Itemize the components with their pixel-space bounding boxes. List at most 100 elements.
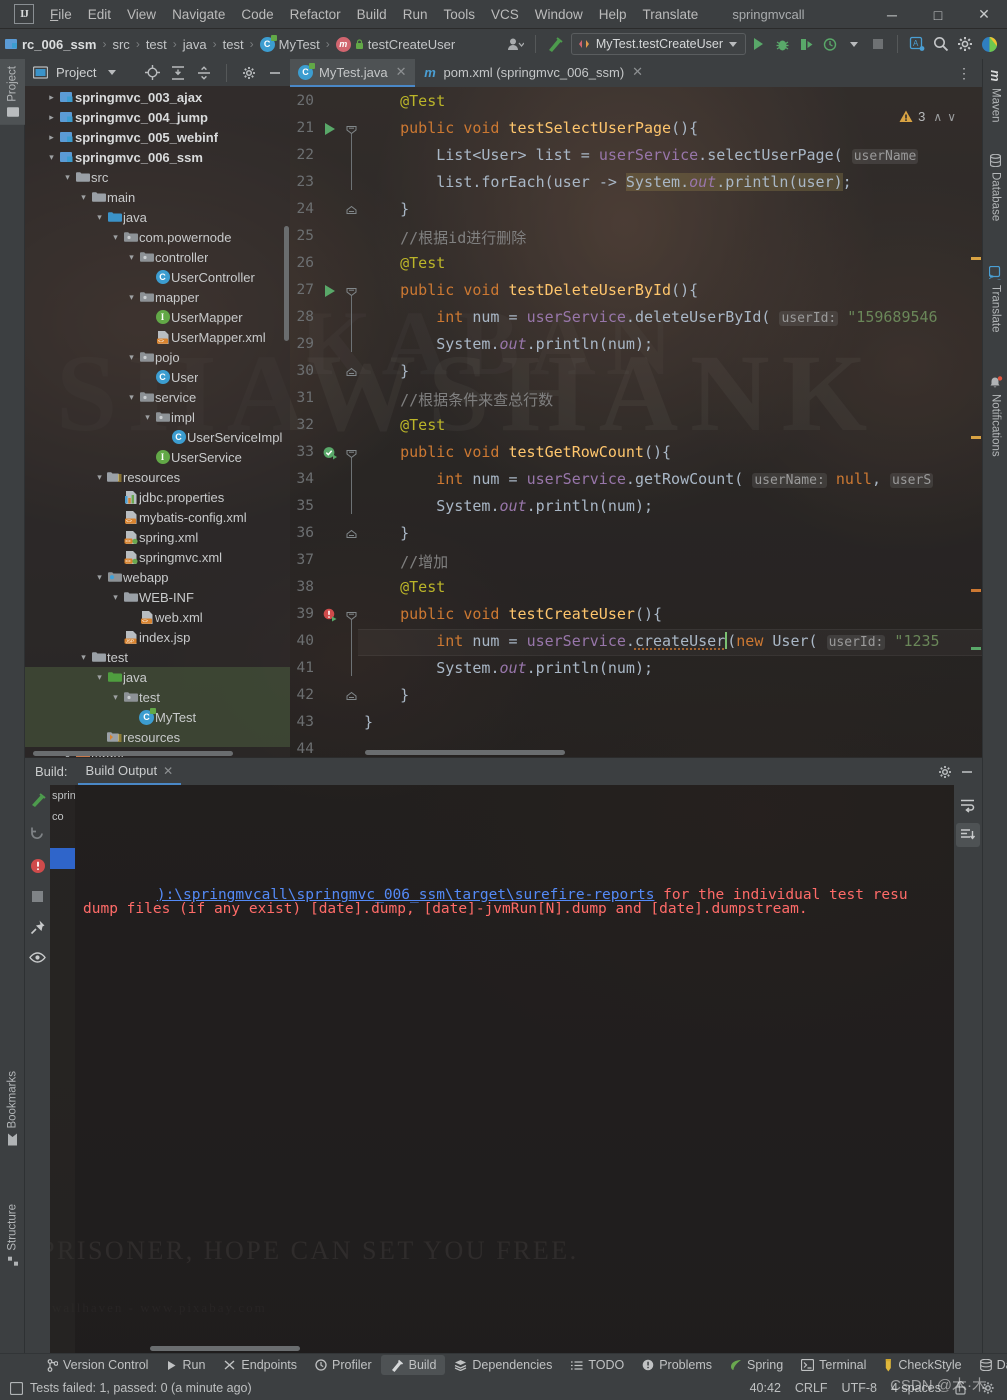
tree-node-web-inf[interactable]: ▾ WEB-INF — [25, 587, 290, 607]
soft-wrap-button[interactable] — [956, 793, 980, 817]
chevron-down-icon[interactable]: ▾ — [93, 672, 106, 683]
expand-all-button[interactable] — [167, 62, 189, 84]
chevron-down-icon[interactable]: ▾ — [125, 392, 138, 403]
collapse-all-button[interactable] — [193, 62, 215, 84]
tree-node-springmvc-003-ajax[interactable]: ▸ springmvc_003_ajax — [25, 87, 290, 107]
sidebar-item-project[interactable]: Project — [0, 59, 25, 125]
menu-build[interactable]: Build — [349, 3, 395, 26]
build-button[interactable] — [543, 32, 567, 56]
chevron-down-icon[interactable]: ▾ — [77, 652, 90, 663]
line-separator[interactable]: CRLF — [795, 1381, 828, 1395]
menu-run[interactable]: Run — [395, 3, 436, 26]
inspection-widget[interactable]: 3 ∧ ∨ — [899, 109, 956, 124]
tool-tab-run[interactable]: Run — [157, 1355, 214, 1375]
stop-build-button[interactable] — [31, 890, 44, 908]
tree-node-springmvc-005-webinf[interactable]: ▸ springmvc_005_webinf — [25, 127, 290, 147]
tree-node-springmvc-006-ssm[interactable]: ▾ springmvc_006_ssm — [25, 147, 290, 167]
chevron-down-icon[interactable]: ▾ — [125, 352, 138, 363]
build-event-row[interactable] — [50, 827, 75, 848]
close-icon[interactable]: ✕ — [396, 64, 407, 80]
unlocked-icon[interactable] — [955, 1381, 967, 1395]
breadcrumb-item-test-pkg[interactable]: test — [220, 35, 247, 54]
run-configuration-selector[interactable]: MyTest.testCreateUser — [570, 33, 746, 55]
eye-icon[interactable] — [29, 951, 46, 969]
tool-tab-profiler[interactable]: Profiler — [306, 1355, 381, 1375]
menu-refactor[interactable]: Refactor — [282, 3, 349, 26]
chevron-down-icon[interactable]: ▾ — [125, 292, 138, 303]
tree-node-springmvc-004-jump[interactable]: ▸ springmvc_004_jump — [25, 107, 290, 127]
tree-node-java[interactable]: ▾ java — [25, 667, 290, 687]
avatar-icon[interactable] — [977, 32, 1001, 56]
build-event-row[interactable]: sprin — [50, 785, 75, 806]
tool-tab-database[interactable]: Da — [971, 1355, 1007, 1375]
tree-node-spring-xml[interactable]: <> spring.xml — [25, 527, 290, 547]
user-profile-button[interactable] — [504, 32, 528, 56]
settings-button[interactable] — [953, 32, 977, 56]
stop-button[interactable] — [866, 32, 890, 56]
tree-node-springmvc-xml[interactable]: <> springmvc.xml — [25, 547, 290, 567]
tree-node-webapp[interactable]: ▾ webapp — [25, 567, 290, 587]
build-output-tab[interactable]: Build Output ✕ — [77, 758, 182, 785]
editor-tab-pom-xml[interactable]: m pom.xml (springmvc_006_ssm) ✕ — [415, 59, 652, 87]
tree-node-com-powernode[interactable]: ▾ com.powernode — [25, 227, 290, 247]
tree-node-test[interactable]: ▾ test — [25, 687, 290, 707]
chevron-right-icon[interactable]: ▸ — [45, 112, 58, 123]
tree-node-mapper[interactable]: ▾ mapper — [25, 287, 290, 307]
status-message[interactable]: Tests failed: 1, passed: 0 (a minute ago… — [30, 1381, 252, 1395]
build-events-tree[interactable]: sprin co — [50, 785, 75, 1353]
profile-button[interactable] — [818, 32, 842, 56]
tool-tab-todo[interactable]: TODO — [561, 1355, 633, 1375]
tree-vertical-scrollbar[interactable] — [284, 226, 289, 341]
chevron-down-icon[interactable]: ▾ — [77, 192, 90, 203]
tree-node-controller[interactable]: ▾ controller — [25, 247, 290, 267]
chevron-down-icon[interactable]: ▾ — [109, 232, 122, 243]
tree-node-mytest[interactable]: C MyTest — [25, 707, 290, 727]
scroll-to-end-button[interactable] — [956, 823, 980, 847]
console-horizontal-scrollbar[interactable] — [150, 1346, 300, 1351]
tree-node-resources[interactable]: resources — [25, 727, 290, 747]
chevron-down-icon[interactable]: ▾ — [109, 692, 122, 703]
menu-translate[interactable]: Translate — [635, 3, 707, 26]
tree-node-resources[interactable]: ▾ resources — [25, 467, 290, 487]
close-icon[interactable]: ✕ — [163, 764, 173, 778]
tree-node-user[interactable]: C User — [25, 367, 290, 387]
tool-tab-terminal[interactable]: Terminal — [792, 1355, 875, 1375]
menu-help[interactable]: Help — [591, 3, 635, 26]
tree-node-pojo[interactable]: ▾ pojo — [25, 347, 290, 367]
tool-tab-build[interactable]: Build — [380, 1355, 446, 1375]
menu-file[interactable]: File — [42, 3, 80, 26]
profile-dropdown-button[interactable] — [842, 32, 866, 56]
menu-view[interactable]: View — [119, 3, 164, 26]
tree-node-service[interactable]: ▾ service — [25, 387, 290, 407]
hide-panel-button[interactable] — [264, 62, 286, 84]
fold-close-icon[interactable] — [346, 529, 357, 540]
chevron-down-icon[interactable]: ▾ — [93, 472, 106, 483]
hide-build-panel-button[interactable] — [956, 761, 978, 783]
code-editor[interactable]: 3 ∧ ∨ 20 21 22 23 24 25 26 27 28 29 30 31 32 33 34 35 36… — [290, 87, 982, 757]
tree-node-mybatis-config-xml[interactable]: <> mybatis-config.xml — [25, 507, 290, 527]
fold-close-icon[interactable] — [346, 691, 357, 702]
chevron-down-icon[interactable]: ▾ — [141, 412, 154, 423]
chevron-down-icon[interactable]: ▾ — [93, 212, 106, 223]
editor-tab-mytest-java[interactable]: C MyTest.java ✕ — [290, 59, 415, 87]
maximize-button[interactable]: □ — [915, 0, 961, 29]
indent-setting[interactable]: 4 spaces — [891, 1381, 941, 1395]
run-test-icon[interactable] — [323, 284, 339, 300]
breadcrumb-item-src[interactable]: src — [109, 35, 132, 54]
menu-tools[interactable]: Tools — [435, 3, 483, 26]
close-icon[interactable]: ✕ — [632, 64, 643, 80]
breadcrumb-item-java[interactable]: java — [180, 35, 210, 54]
breadcrumb-item-method[interactable]: m testCreateUser — [333, 35, 458, 54]
editor-horizontal-scrollbar[interactable] — [365, 750, 565, 755]
tree-node-src[interactable]: ▾ src — [25, 167, 290, 187]
tree-horizontal-scrollbar[interactable] — [33, 751, 233, 756]
next-problem-button[interactable]: ∨ — [947, 110, 956, 124]
test-failed-icon[interactable] — [323, 608, 339, 624]
sidebar-item-notifications[interactable]: Notifications — [983, 369, 1007, 464]
sidebar-item-structure[interactable]: Structure — [0, 1197, 25, 1275]
caret-position[interactable]: 40:42 — [750, 1381, 781, 1395]
tree-node-usermapper[interactable]: I UserMapper — [25, 307, 290, 327]
tree-node-jdbc-properties[interactable]: jdbc.properties — [25, 487, 290, 507]
run-test-icon[interactable] — [323, 122, 339, 138]
prev-problem-button[interactable]: ∧ — [933, 110, 942, 124]
